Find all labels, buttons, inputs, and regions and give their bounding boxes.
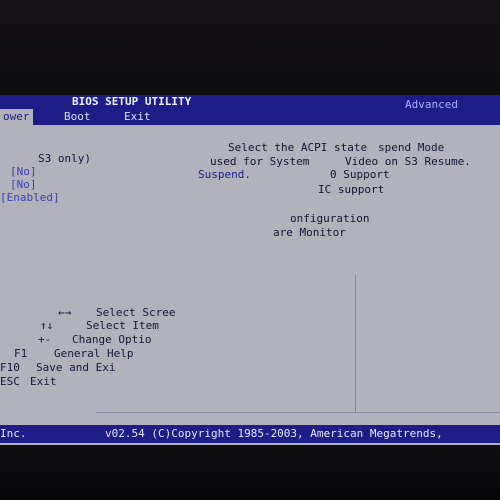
bios-title: BIOS SETUP UTILITY [72,95,192,108]
title-bar: BIOS SETUP UTILITY Advanced [0,95,500,111]
help-line-1b: spend Mode [378,141,445,154]
help-line-3b: 0 Support [330,168,390,181]
copyright-text: v02.54 (C)Copyright 1985-2003, American … [105,427,443,440]
key-action-general-help: General Help [54,347,134,360]
tab-power[interactable]: ower [0,109,33,125]
key-action-select-item: Select Item [86,319,159,332]
option-value-3[interactable]: [Enabled] [0,192,60,204]
key-action-save-exit: Save and Exi [36,361,116,374]
panel-divider-vertical [355,275,356,413]
option-value-2[interactable]: [No] [10,179,37,191]
help-line-6: are Monitor [273,226,346,239]
help-line-1: Select the ACPI state [228,141,368,154]
key-action-select-screen: Select Scree [96,306,176,319]
key-action-exit: Exit [30,375,57,388]
help-line-5: onfiguration [290,212,370,225]
footer-bar: Inc. v02.54 (C)Copyright 1985-2003, Amer… [0,425,500,443]
monitor-bezel-bottom [0,445,500,500]
monitor-bezel-top [0,0,500,95]
key-arrows-lr: ←→ [58,306,72,319]
option-value-1[interactable]: [No] [10,166,37,178]
key-f1: F1 [14,347,28,360]
key-action-change-option: Change Optio [72,333,152,346]
bios-screen: BIOS SETUP UTILITY Advanced ower Boot Ex… [0,95,500,445]
tab-boot[interactable]: Boot [64,109,91,125]
s3-only-label: S3 only) [38,152,91,165]
footer-vendor-fragment: Inc. [0,427,27,440]
key-plus-minus: +- [38,333,52,346]
help-line-2b: Video on S3 Resume. [345,155,471,168]
menu-bar: ower Boot Exit [0,109,500,125]
help-line-2: used for System [210,155,310,168]
key-esc: ESC [0,375,20,388]
help-line-4: IC support [318,183,385,196]
help-line-3: Suspend. [198,168,251,181]
tab-exit[interactable]: Exit [124,109,151,125]
panel-divider-horizontal [96,412,500,413]
key-arrows-ud: ↑↓ [40,319,54,332]
key-f10: F10 [0,361,20,374]
